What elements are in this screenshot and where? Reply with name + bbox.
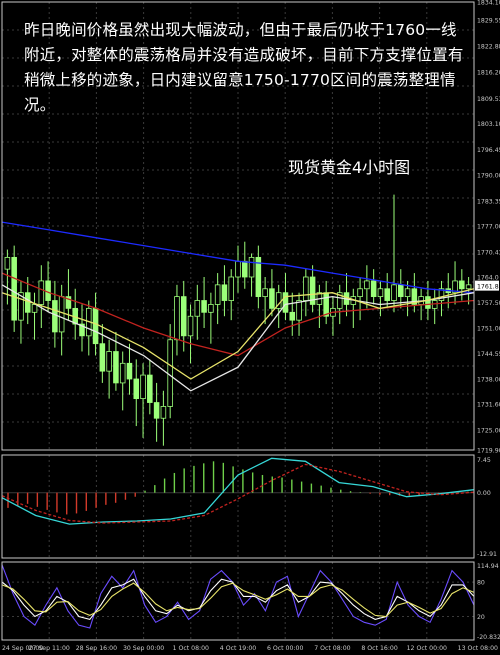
candle-body — [262, 288, 268, 298]
macd-tick-label: 7.45 — [477, 457, 491, 464]
candle-body — [425, 296, 431, 309]
price-tick-label: 1783.35 — [477, 199, 500, 206]
candle-body — [153, 402, 160, 419]
candle-body — [167, 339, 173, 407]
candle-body — [208, 304, 214, 313]
price-tick-label: 1719.90 — [477, 448, 500, 455]
macd-tick-label: 0.00 — [477, 490, 491, 497]
candle-body — [99, 343, 106, 372]
candle-body — [174, 296, 180, 341]
candle-body — [465, 284, 472, 290]
candle-body — [370, 280, 377, 298]
candle-body — [119, 362, 126, 384]
price-tick-label: 1834.10 — [477, 0, 500, 7]
candle-body — [160, 406, 167, 419]
candle-body — [194, 300, 201, 317]
x-tick-label: 13 Oct 08:00 — [458, 645, 498, 652]
x-tick-label: 4 Oct 19:00 — [220, 645, 256, 652]
price-tick-label: 1731.60 — [477, 402, 500, 409]
price-tick-label: 1809.53 — [477, 96, 500, 103]
candle-body — [323, 292, 329, 317]
x-tick-label: 30 Sep 00:00 — [123, 645, 164, 652]
candle-body — [4, 256, 11, 270]
price-tick-label: 1757.50 — [477, 300, 500, 307]
x-tick-label: 8 Oct 16:00 — [361, 645, 397, 652]
candle-body — [282, 292, 289, 313]
chart-overlay-title: 现货黄金4小时图 — [288, 158, 411, 177]
x-tick-label: 7 Oct 08:00 — [314, 645, 350, 652]
candle-body — [235, 260, 241, 278]
candle-body — [180, 296, 187, 337]
commentary-text: 昨日晚间价格虽然出现大幅波动，但由于最后仍收于1760一线附近，对整体的震荡格局… — [24, 21, 464, 114]
candle-body — [296, 300, 302, 321]
price-tick-label: 1738.00 — [477, 376, 500, 383]
candle-body — [228, 276, 234, 301]
x-tick-label: 28 Sep 16:00 — [76, 645, 117, 652]
price-tick-label: 1777.00 — [477, 224, 500, 231]
macd-tick-label: -12.91 — [477, 551, 497, 558]
candle-body — [201, 300, 207, 313]
candle-body — [398, 284, 404, 298]
candle-body — [391, 284, 397, 301]
candle-body — [126, 362, 133, 380]
candle-body — [404, 288, 411, 298]
price-tick-label: 1796.45 — [477, 147, 500, 154]
stoch-tick-label: 114.94 — [477, 563, 499, 570]
candle-body — [269, 288, 275, 309]
price-tick-label: 1829.55 — [477, 17, 500, 24]
stoch-tick-label: 20 — [477, 614, 485, 621]
x-tick-label: 1 Oct 08:00 — [173, 645, 209, 652]
price-tick-label: 1744.55 — [477, 351, 500, 358]
price-tick-label: 1816.20 — [477, 70, 500, 77]
candle-body — [113, 351, 119, 384]
candle-body — [45, 280, 51, 301]
candle-body — [303, 276, 309, 301]
candle-body — [133, 378, 140, 400]
price-tick-label: 1751.00 — [477, 325, 500, 332]
candle-body — [38, 280, 45, 305]
price-tick-label: 1764.0 — [477, 274, 499, 281]
candle-body — [140, 374, 146, 400]
price-tick-label: 1822.88 — [477, 44, 500, 51]
candle-body — [459, 280, 465, 290]
candle-body — [214, 284, 221, 305]
stoch-tick-label: -20.8322 — [477, 634, 500, 641]
price-tick-label: 1790.00 — [477, 173, 500, 180]
candle-body — [221, 284, 228, 301]
candle-body — [248, 256, 255, 278]
candle-body — [364, 280, 370, 290]
candle-body — [289, 311, 296, 321]
candle-body — [58, 296, 65, 333]
candle-body — [31, 304, 38, 313]
candle-body — [147, 374, 153, 403]
candle-body — [384, 288, 390, 301]
candle-body — [242, 260, 248, 278]
price-tick-label: 1770.43 — [477, 249, 500, 256]
candle-body — [52, 300, 58, 333]
x-tick-label: 27 Sep 11:00 — [29, 645, 70, 652]
candle-body — [92, 307, 99, 345]
price-tick-label: 1725.00 — [477, 427, 500, 434]
stoch-tick-label: 80 — [477, 580, 485, 587]
price-tick-label: 1803.10 — [477, 121, 500, 128]
candle-body — [11, 256, 17, 321]
x-tick-label: 12 Oct 00:00 — [407, 645, 447, 652]
x-tick-label: 6 Oct 00:00 — [267, 645, 303, 652]
candle-body — [357, 288, 363, 298]
candle-body — [187, 315, 194, 337]
candle-body — [106, 351, 112, 372]
current-price-label: 1761.8 — [477, 284, 499, 291]
candle-body — [377, 288, 384, 298]
